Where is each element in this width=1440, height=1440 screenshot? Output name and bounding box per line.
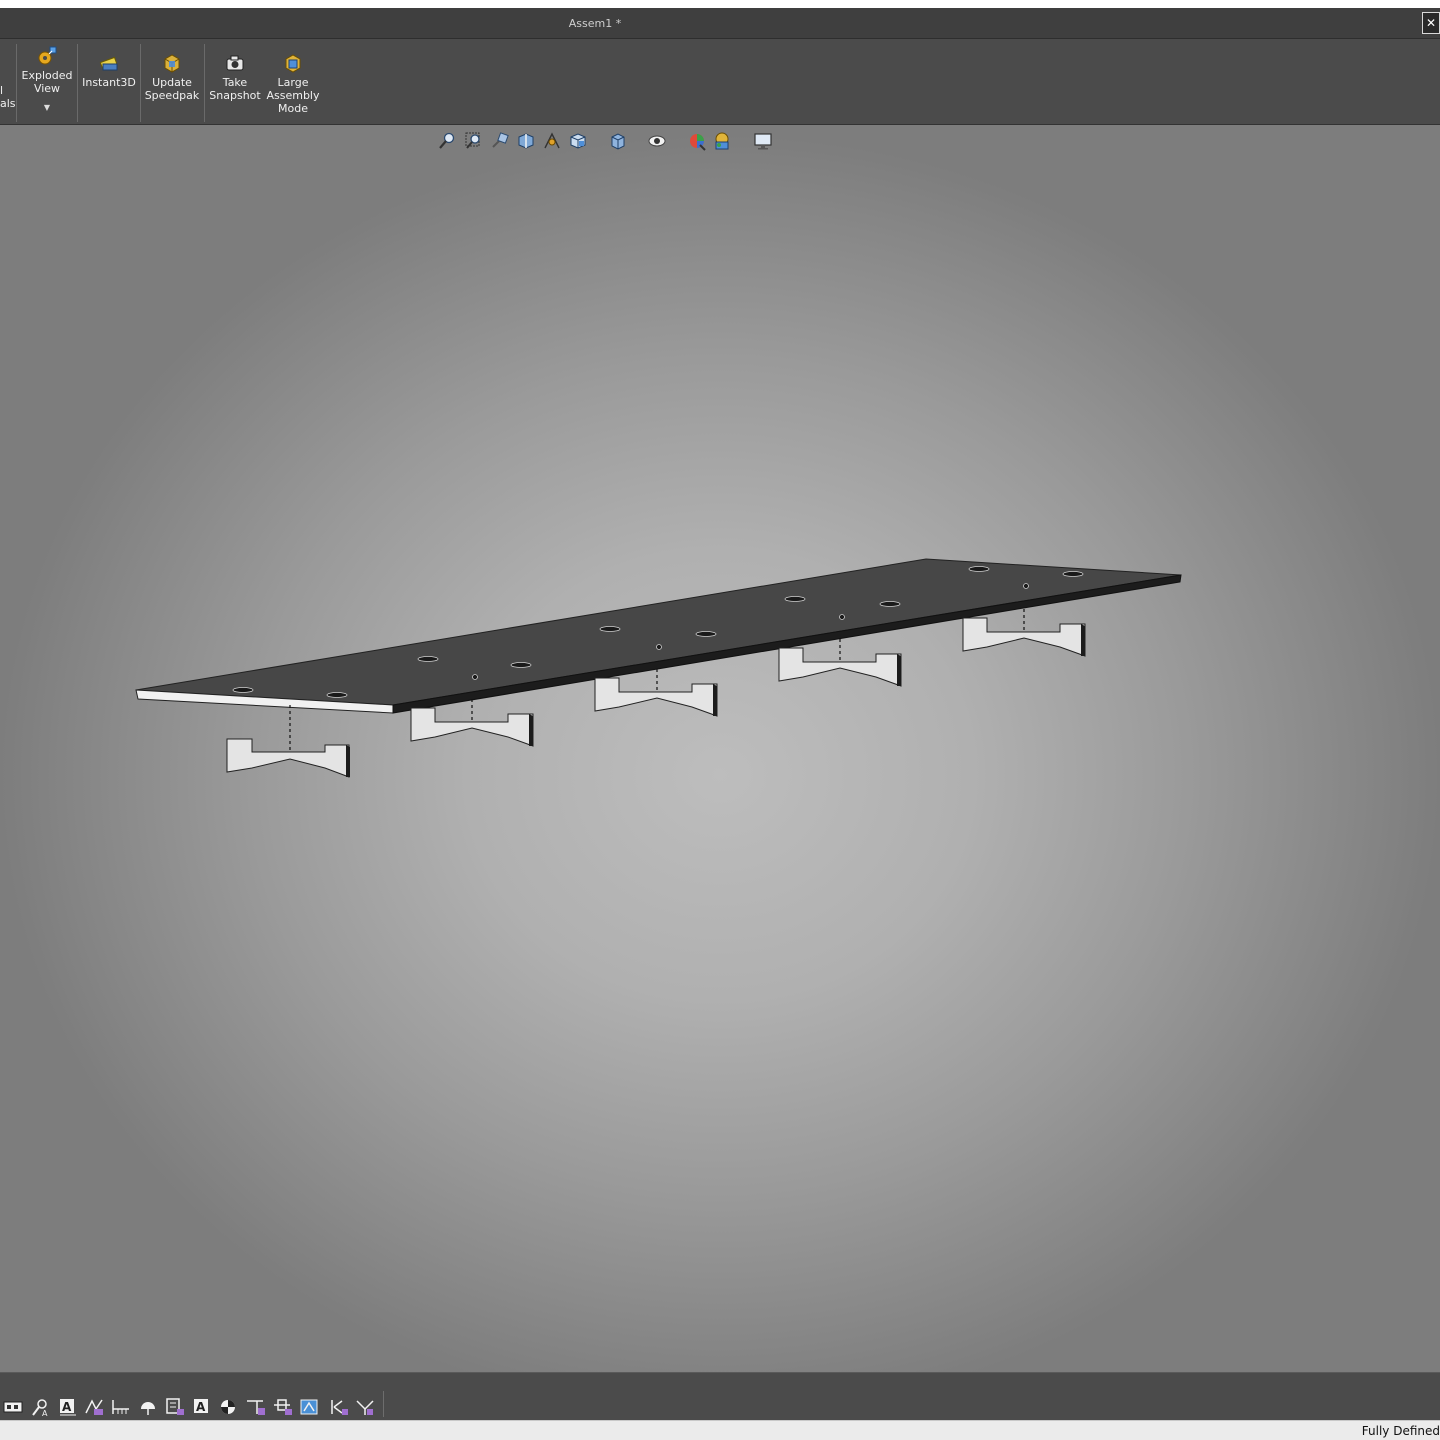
format-icon[interactable] bbox=[354, 1397, 376, 1417]
window-title: Assem1 * bbox=[568, 17, 622, 30]
take-snapshot-label-line1: Take bbox=[222, 76, 248, 89]
ribbon-separator bbox=[140, 44, 141, 122]
revision-icon[interactable] bbox=[328, 1397, 350, 1417]
take-snapshot-button[interactable]: Take Snapshot bbox=[208, 45, 262, 102]
exploded-view-label-line1: Exploded bbox=[21, 69, 73, 82]
chevron-down-icon[interactable]: ▼ bbox=[20, 101, 74, 114]
ribbon-separator bbox=[16, 44, 17, 122]
title-bar: Assem1 * ✕ bbox=[0, 8, 1440, 39]
svg-text:A: A bbox=[62, 1400, 72, 1414]
note-icon[interactable]: A bbox=[30, 1397, 52, 1417]
close-icon[interactable]: ✕ bbox=[1422, 12, 1440, 34]
annotation-toolbar: A A A bbox=[0, 1372, 1440, 1420]
svg-text:A: A bbox=[196, 1400, 206, 1414]
center-mark-icon[interactable] bbox=[218, 1397, 240, 1417]
datum-target-icon[interactable] bbox=[272, 1397, 294, 1417]
status-bar: Fully Defined bbox=[0, 1420, 1440, 1440]
assembly-model-view[interactable] bbox=[0, 125, 1440, 1372]
large-assembly-label-line3: Mode bbox=[278, 102, 308, 115]
instant3d-button[interactable]: Instant3D bbox=[82, 45, 136, 89]
smart-dimension-icon[interactable] bbox=[2, 1397, 24, 1417]
update-speedpak-button[interactable]: Update Speedpak bbox=[144, 45, 200, 102]
exploded-view-label-line2: View bbox=[33, 82, 61, 95]
table-icon[interactable] bbox=[299, 1397, 321, 1417]
surface-finish-icon[interactable] bbox=[84, 1397, 106, 1417]
exploded-view-icon bbox=[38, 46, 57, 65]
partial-label-line1: l bbox=[0, 84, 4, 97]
large-assembly-mode-button[interactable]: Large Assembly Mode bbox=[266, 45, 320, 115]
datum-icon[interactable] bbox=[137, 1397, 159, 1417]
graphics-area[interactable] bbox=[0, 125, 1440, 1372]
partial-label-line2: als bbox=[0, 97, 16, 110]
large-assembly-label-line2: Assembly bbox=[266, 89, 320, 102]
window-top-border bbox=[0, 0, 1440, 8]
status-text: Fully Defined bbox=[1361, 1424, 1440, 1438]
speedpak-icon bbox=[164, 54, 180, 73]
camera-icon bbox=[226, 55, 244, 71]
update-speedpak-label-line1: Update bbox=[152, 76, 192, 89]
annotation-icon[interactable]: A bbox=[191, 1397, 213, 1417]
instant3d-label: Instant3D bbox=[82, 76, 136, 89]
large-assembly-icon bbox=[285, 54, 301, 73]
weld-symbol-icon[interactable] bbox=[110, 1397, 132, 1417]
balloon-icon[interactable]: A bbox=[57, 1397, 79, 1417]
hole-callout-icon[interactable] bbox=[245, 1397, 267, 1417]
exploded-view-button[interactable]: Exploded View ▼ bbox=[20, 45, 74, 114]
toolbar-separator bbox=[383, 1391, 384, 1417]
ribbon-separator bbox=[77, 44, 78, 122]
bracket-1[interactable] bbox=[226, 738, 350, 778]
bracket-3[interactable] bbox=[594, 677, 718, 717]
update-speedpak-label-line2: Speedpak bbox=[144, 89, 200, 102]
command-manager-ribbon: l als Exploded View ▼ Instant3D Update S… bbox=[0, 39, 1440, 125]
instant3d-icon bbox=[99, 56, 118, 71]
svg-text:A: A bbox=[42, 1409, 48, 1417]
take-snapshot-label-line2: Snapshot bbox=[209, 89, 261, 102]
geometric-tolerance-icon[interactable] bbox=[164, 1397, 186, 1417]
ribbon-separator bbox=[204, 44, 205, 122]
large-assembly-label-line1: Large bbox=[277, 76, 309, 89]
partial-ribbon-label[interactable]: l als bbox=[0, 84, 16, 110]
